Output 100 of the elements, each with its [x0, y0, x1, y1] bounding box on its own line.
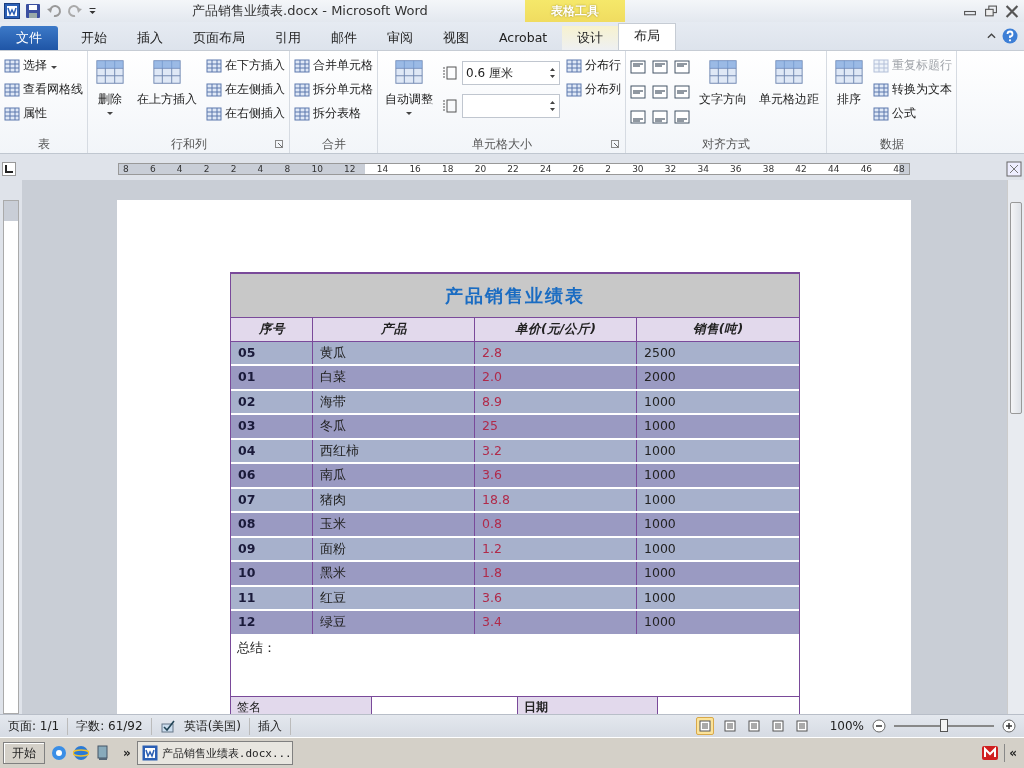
ribbon-button[interactable]: 公式	[873, 103, 952, 124]
help-icon[interactable]	[1002, 28, 1018, 44]
tray-expand-button[interactable]: «	[1004, 744, 1021, 762]
ribbon-button[interactable]: 转换为文本	[873, 79, 952, 100]
undo-icon[interactable]	[46, 3, 62, 19]
group-label: 合并	[321, 135, 346, 153]
table-cell: 2.0	[475, 366, 637, 389]
table-cell-text: 1000	[643, 613, 677, 631]
ribbon-tab[interactable]: 审阅	[372, 26, 428, 50]
align-icon[interactable]	[630, 109, 646, 125]
ribbon-button[interactable]: 选择	[4, 55, 83, 76]
tray-app-icon[interactable]	[982, 745, 999, 761]
ribbon-tab[interactable]: 引用	[260, 26, 316, 50]
ribbon-button[interactable]: 拆分单元格	[294, 79, 373, 100]
ribbon-button[interactable]: 合并单元格	[294, 55, 373, 76]
ribbon-tab[interactable]: 开始	[66, 26, 122, 50]
redo-icon[interactable]	[67, 3, 83, 19]
table-icon	[4, 57, 20, 74]
table-cell: 白菜	[313, 366, 475, 389]
ruler-number: 20	[474, 164, 487, 174]
tab-selector[interactable]	[2, 162, 16, 176]
table-cell: 8.9	[475, 390, 637, 413]
ribbon-button[interactable]: 属性	[4, 103, 83, 124]
vertical-scrollbar[interactable]	[1007, 180, 1024, 714]
ribbon-tab[interactable]: 页面布局	[178, 26, 260, 50]
table-cell: 黄瓜	[313, 341, 475, 364]
view-ruler-icon[interactable]	[1006, 161, 1022, 177]
ribbon-tab[interactable]: Acrobat	[484, 26, 563, 50]
view-button[interactable]	[793, 718, 810, 734]
restore-icon[interactable]	[983, 4, 999, 18]
ribbon-button[interactable]: 在右侧插入	[206, 103, 285, 124]
table-cell: 18.8	[475, 488, 637, 511]
dialog-launcher-icon[interactable]	[275, 140, 283, 148]
proofing-icon[interactable]	[159, 718, 176, 734]
view-button[interactable]	[695, 717, 714, 735]
view-button[interactable]	[721, 718, 738, 734]
align-icon[interactable]	[630, 59, 646, 75]
browser-icon[interactable]	[51, 745, 67, 761]
insert-mode-status[interactable]: 插入	[258, 717, 291, 735]
group-label: 行和列	[170, 135, 207, 153]
ribbon-tab[interactable]: 设计	[562, 26, 619, 50]
size-field[interactable]: 0.6 厘米	[462, 61, 560, 85]
ribbon-button[interactable]: 自动调整	[382, 55, 436, 118]
align-icon[interactable]	[674, 109, 690, 125]
zoom-slider-thumb[interactable]	[940, 719, 948, 732]
customize-caret-icon[interactable]	[88, 6, 97, 16]
ribbon-tab[interactable]: 布局	[618, 23, 677, 50]
page-icon	[747, 720, 760, 732]
collapse-ribbon-icon[interactable]	[987, 31, 996, 41]
zoom-out-icon[interactable]	[872, 719, 886, 733]
ribbon-button[interactable]: 在左侧插入	[206, 79, 285, 100]
group-label: 单元格大小	[471, 135, 532, 153]
spinner-icon[interactable]	[549, 66, 556, 80]
zoom-in-icon[interactable]	[1002, 719, 1016, 733]
word-count[interactable]: 字数: 61/92	[76, 717, 152, 735]
ribbon-button[interactable]: 分布列	[566, 79, 621, 100]
align-icon[interactable]	[652, 84, 668, 100]
horizontal-ruler[interactable]: 8 6 4 2 2 4 8 10 12 14 16 18 20 22 24 26 2 30 32 34 36 38 42 44 46 48	[118, 163, 910, 175]
ribbon-button[interactable]: 删除	[92, 55, 128, 118]
zoom-level[interactable]: 100%	[829, 719, 864, 733]
page-count[interactable]: 页面: 1/1	[8, 717, 69, 735]
table-cell: 01	[231, 366, 313, 389]
view-button[interactable]	[769, 718, 786, 734]
ribbon-button[interactable]: 文字方向	[696, 55, 750, 109]
ribbon-button[interactable]: 单元格边距	[756, 55, 822, 109]
align-icon[interactable]	[630, 84, 646, 100]
view-button[interactable]	[745, 718, 762, 734]
taskbar-button[interactable]: 产品销售业绩表.docx...	[136, 741, 293, 765]
ribbon-button[interactable]: 在上方插入	[134, 55, 200, 109]
dialog-launcher-icon[interactable]	[611, 140, 619, 148]
close-icon[interactable]	[1004, 4, 1020, 18]
align-icon[interactable]	[674, 59, 690, 75]
globe-icon[interactable]	[73, 745, 89, 761]
table-cell: 09	[231, 537, 313, 560]
table-cell: 南瓜	[313, 464, 475, 487]
ribbon-button[interactable]: 查看网格线	[4, 79, 83, 100]
ribbon-button[interactable]: 拆分表格	[294, 103, 373, 124]
language-status[interactable]: 英语(美国)	[183, 717, 250, 735]
ribbon-button[interactable]: 在下方插入	[206, 55, 285, 76]
table-icon	[152, 57, 182, 87]
vertical-ruler[interactable]	[3, 200, 19, 714]
align-icon[interactable]	[652, 109, 668, 125]
table-cell: 海带	[313, 390, 475, 413]
size-field[interactable]	[462, 94, 560, 118]
save-icon[interactable]	[25, 3, 41, 19]
table-cell-text: 1000	[643, 490, 677, 509]
ribbon-button[interactable]: 排序	[831, 55, 867, 109]
ribbon-button[interactable]: 分布行	[566, 55, 621, 76]
table-icon	[206, 81, 222, 98]
file-tab[interactable]: 文件	[0, 26, 58, 50]
spinner-icon[interactable]	[549, 99, 556, 113]
align-icon[interactable]	[652, 59, 668, 75]
start-button[interactable]: 开始	[3, 742, 45, 764]
column-header: 单价(元/公斤)	[475, 318, 637, 341]
ribbon-tab[interactable]: 邮件	[316, 26, 372, 50]
align-icon[interactable]	[674, 84, 690, 100]
ribbon-tab[interactable]: 插入	[122, 26, 178, 50]
more-toolbar-items[interactable]: »	[123, 746, 131, 760]
computer-icon[interactable]	[95, 745, 111, 761]
ribbon-tab[interactable]: 视图	[428, 26, 484, 50]
